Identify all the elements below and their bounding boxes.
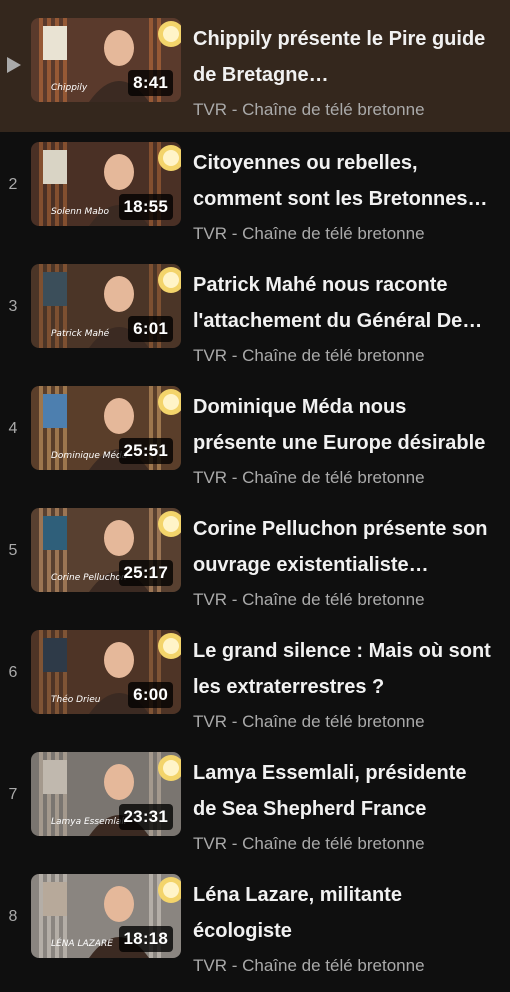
duration-badge: 18:55 [118,194,173,220]
channel-name[interactable]: TVR - Chaîne de télé bretonne [193,834,425,854]
video-thumbnail[interactable]: Solenn Mabo 18:55 [31,142,181,226]
video-thumbnail[interactable]: Théo Drieu 6:00 [31,630,181,714]
thumbnail-caption: Lamya Essemlali [51,817,127,827]
thumbnail-caption: Patrick Mahé [51,328,110,339]
video-title[interactable]: Citoyennes ou rebelles, comment sont les… [193,145,493,217]
playlist-index: 5 [8,542,18,559]
video-thumbnail[interactable]: Corine Pelluchon 25:17 [31,508,181,592]
playlist-item[interactable]: 6 Théo Drieu 6:00 Le grand silence : Mais o… [0,620,510,742]
duration-badge: 25:17 [118,560,173,586]
now-playing-icon [7,57,21,73]
channel-name[interactable]: TVR - Chaîne de télé bretonne [193,956,425,976]
duration-badge: 8:41 [128,70,173,96]
playlist-item[interactable]: Chippily 8:41 Chippily présente le Pire gu… [0,0,510,132]
playlist-index: 4 [8,420,18,437]
channel-name[interactable]: TVR - Chaîne de télé bretonne [193,590,425,610]
duration-badge: 6:01 [128,316,173,342]
thumbnail-caption: LÉNA LAZARE [51,937,113,949]
thumbnail-caption: Chippily [51,83,88,93]
video-thumbnail[interactable]: Chippily 8:41 [31,18,181,102]
playlist-panel: Chippily 8:41 Chippily présente le Pire gu… [0,0,510,992]
video-title[interactable]: Lamya Essemlali, présidente de Sea Sheph… [193,755,493,827]
thumbnail-caption: Solenn Mabo [51,207,110,217]
duration-badge: 23:31 [118,804,173,830]
video-title[interactable]: Chippily présente le Pire guide de Breta… [193,21,493,93]
playlist-item[interactable]: 2 Solenn Mabo 18:55 Citoyennes ou rebelles,… [0,132,510,254]
playlist-item[interactable]: 4 Dominique Méda 25:51 Dominique Méda nous … [0,376,510,498]
channel-name[interactable]: TVR - Chaîne de télé bretonne [193,346,425,366]
thumbnail-caption: Dominique Méda [51,450,127,461]
duration-badge: 25:51 [118,438,173,464]
playlist-index: 8 [8,908,18,925]
playlist-item[interactable]: 8 LÉNA LAZARE 18:18 Léna Lazare, militante … [0,864,510,986]
playlist-index: 3 [8,298,18,315]
playlist-item[interactable]: 3 Patrick Mahé 6:01 Patrick Mahé nous racon… [0,254,510,376]
thumbnail-caption: Théo Drieu [51,694,101,705]
thumbnail-caption: Corine Pelluchon [51,573,127,583]
video-title[interactable]: Dominique Méda nous présente une Europe … [193,389,493,461]
video-thumbnail[interactable]: Dominique Méda 25:51 [31,386,181,470]
video-title[interactable]: Corine Pelluchon présente son ouvrage ex… [193,511,493,583]
video-thumbnail[interactable]: Lamya Essemlali 23:31 [31,752,181,836]
playlist-index: 6 [8,664,18,681]
video-title[interactable]: Le grand silence : Mais où sont les extr… [193,633,493,705]
channel-name[interactable]: TVR - Chaîne de télé bretonne [193,468,425,488]
playlist-item[interactable]: 7 Lamya Essemlali 23:31 Lamya Essemlali, pr… [0,742,510,864]
playlist-index: 2 [8,176,18,193]
channel-name[interactable]: TVR - Chaîne de télé bretonne [193,100,425,120]
playlist-index: 7 [8,786,18,803]
playlist-item[interactable]: 5 Corine Pelluchon 25:17 Corine Pelluchon p… [0,498,510,620]
duration-badge: 18:18 [118,926,173,952]
video-title[interactable]: Léna Lazare, militante écologiste [193,877,493,949]
channel-name[interactable]: TVR - Chaîne de télé bretonne [193,224,425,244]
video-thumbnail[interactable]: Patrick Mahé 6:01 [31,264,181,348]
video-title[interactable]: Patrick Mahé nous raconte l'attachement … [193,267,493,339]
video-thumbnail[interactable]: LÉNA LAZARE 18:18 [31,874,181,958]
channel-name[interactable]: TVR - Chaîne de télé bretonne [193,712,425,732]
duration-badge: 6:00 [128,682,173,708]
